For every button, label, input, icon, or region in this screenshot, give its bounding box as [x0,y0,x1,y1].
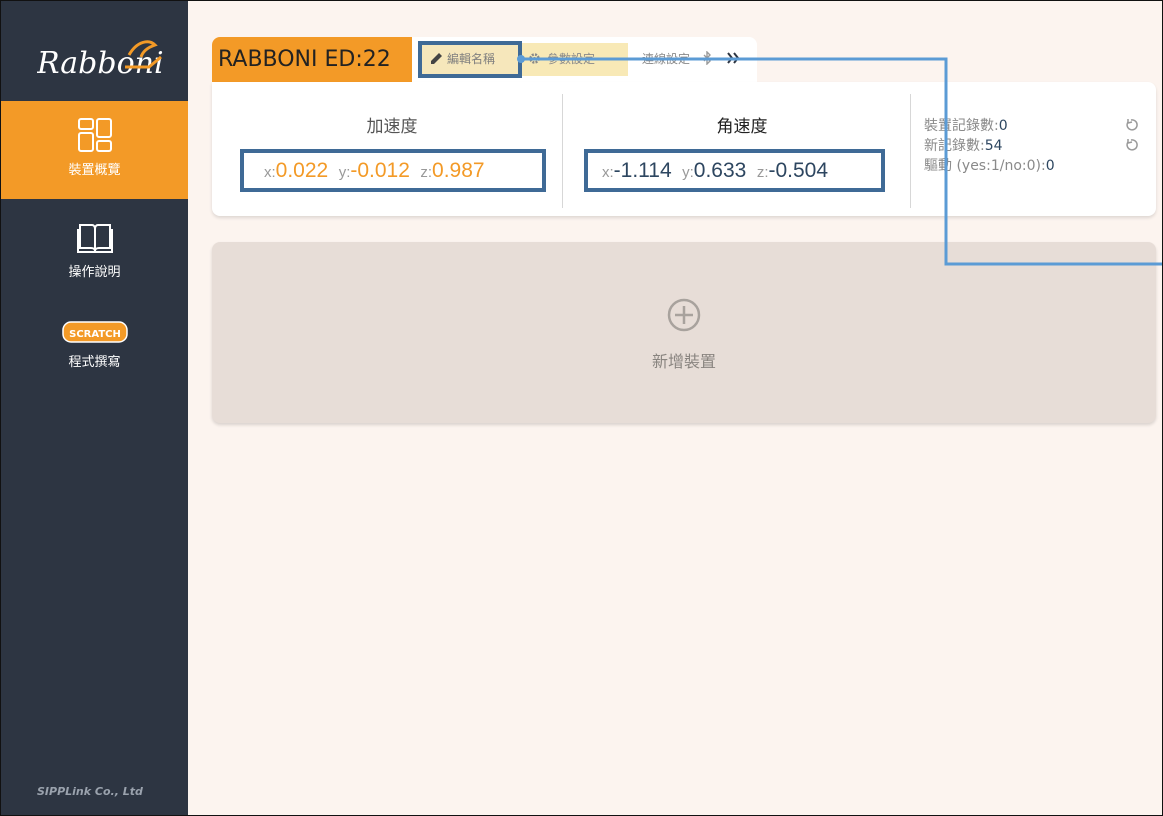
gyro-z-value: -0.504 [768,159,829,182]
sidebar-item-label: 裝置概覽 [68,163,121,178]
sidebar-item-label: 操作說明 [68,265,121,280]
device-records-row: 裝置記錄數:0 [924,116,1138,136]
acc-x-label: x: [264,164,276,181]
divider [562,94,563,208]
acc-z-label: z: [420,164,433,181]
divider [910,94,911,208]
scratch-logo: SCRATCH [61,321,128,343]
driver-value: 0 [1045,158,1055,174]
bluetooth-icon [703,50,711,66]
gyro-x-value: -1.114 [613,159,672,182]
gyro-y-value: 0.633 [693,159,747,182]
device-tab-bar: RABBONI ED:22 編輯名稱 參數設定 連線設定 [212,37,757,82]
sidebar-item-scratch[interactable]: SCRATCH 程式撰寫 [1,319,188,399]
params-settings-label: 參數設定 [547,52,596,66]
connect-icon [726,52,739,64]
new-records-value: 54 [984,138,1003,154]
gyro-y-label: y: [682,164,694,181]
acc-y-label: y: [338,164,351,181]
reset-icon[interactable] [1124,138,1138,152]
gyro-x-label: x: [602,164,614,181]
acc-z-value: 0.987 [432,159,485,182]
reset-icon[interactable] [1124,118,1138,132]
book-icon [76,224,113,253]
new-records-label: 新記錄數: [924,138,985,154]
device-records-value: 0 [998,118,1008,134]
gear-icon [529,53,540,64]
sensor-card: 加速度 x:0.022 y:-0.012 z:0.987 角速度 x:-1.11… [212,82,1156,216]
edit-name-button[interactable]: 編輯名稱 [418,41,522,78]
dashboard-grid-icon [77,118,112,152]
acc-y-value: -0.012 [350,159,410,182]
sidebar-item-manual[interactable]: 操作說明 [1,221,188,301]
driver-label: 驅動 (yes:1/no:0): [924,158,1046,174]
rabboni-logo: Rabboni [37,40,164,81]
new-records-row: 新記錄數:54 [924,136,1138,156]
acc-x-value: 0.022 [275,159,329,182]
company-footer: SIPPLink Co., Ltd [37,785,143,798]
device-records-label: 裝置記錄數: [924,118,999,134]
gyro-values: x:-1.114 y:0.633 z:-0.504 [584,149,885,192]
sidebar-item-overview[interactable]: 裝置概覽 [1,101,188,199]
sidebar-item-label: 程式撰寫 [68,355,121,370]
acceleration-title: 加速度 [366,117,418,137]
plus-circle-icon [667,298,701,332]
connection-settings-label: 連線設定 [642,52,691,66]
gyro-z-label: z: [756,164,769,181]
record-stats: 裝置記錄數:0 新記錄數:54 驅動 (yes:1/no:0):0 [924,116,1138,176]
device-name: RABBONI ED:22 [212,37,412,82]
main-content: RABBONI ED:22 編輯名稱 參數設定 連線設定 加速度 x:0.022… [188,1,1162,815]
params-settings-tab[interactable]: 參數設定 [522,43,628,76]
edit-name-label: 編輯名稱 [447,52,496,66]
add-device-button[interactable]: 新增裝置 [212,242,1156,423]
acceleration-values: x:0.022 y:-0.012 z:0.987 [240,149,546,192]
pencil-icon [431,53,442,64]
gyro-title: 角速度 [716,117,768,137]
connection-settings-tab[interactable]: 連線設定 [632,43,752,76]
sidebar: Rabboni 裝置概覽 操作說明 SCRATCH 程式撰寫 SIPPLink … [1,1,188,815]
driver-row: 驅動 (yes:1/no:0):0 [924,156,1055,176]
add-device-label: 新增裝置 [651,352,716,371]
svg-text:SCRATCH: SCRATCH [69,329,121,340]
